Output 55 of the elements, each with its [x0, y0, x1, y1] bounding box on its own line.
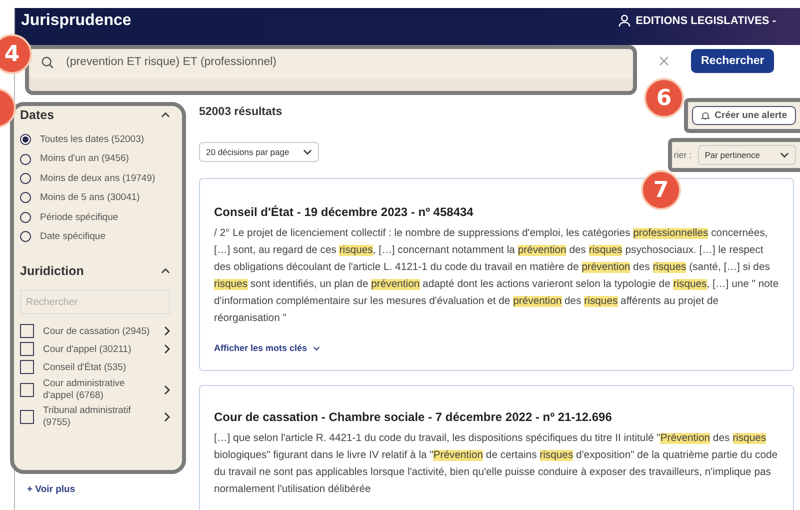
checkbox[interactable] [20, 382, 34, 397]
radio-button[interactable] [20, 192, 31, 204]
annotation-marker: 6 [644, 78, 684, 118]
chevron-icon[interactable] [161, 112, 170, 118]
checkbox[interactable] [20, 360, 34, 374]
radio-button[interactable] [20, 134, 31, 146]
radio-label[interactable]: Période spécifique [40, 212, 118, 223]
radio-label[interactable]: Moins de deux ans (19749) [40, 172, 156, 184]
checkbox[interactable] [20, 410, 34, 424]
checkbox-label[interactable]: Cour d'appel (30211) [43, 344, 153, 356]
checkbox-label[interactable]: Tribunal administratif (9755) [43, 405, 153, 428]
keywords-link[interactable]: Afficher les mots clés [214, 343, 320, 353]
chevron-right-icon[interactable] [164, 326, 170, 336]
see-more-link[interactable]: + Voir plus [27, 484, 76, 495]
chevron-right-icon[interactable] [164, 344, 170, 354]
result-excerpt: / 2° Le projet de licenciement collectif : le nombre de suppressions d'emploi, les catégories professionnelles concernées, […] sont, au regard de ces risques, […] concernant notamment la prévention des risques psychosociaux. […] le respect des obligations découlant de l'article L. 4121-1 du code du travail en matière de prévention des risques (santé, […] si des risques sont identifiés, un plan de prévention adapté dont les actions varieront selon la typologie de risques, […] une " note d'information complémentaire sur les mesures d'évaluation et de prévention des risques afférents au projet de réorganisation " [214, 227, 779, 326]
search-button[interactable]: Rechercher [691, 49, 774, 73]
search-field[interactable]: Rechercher [20, 290, 170, 314]
alert-button[interactable]: Créer une alerte [692, 106, 796, 125]
user-icon[interactable] [618, 14, 631, 27]
per-page-select[interactable]: 20 décisions par page [199, 142, 320, 162]
checkbox[interactable] [20, 342, 34, 356]
checkbox-label[interactable]: Conseil d'État (535) [43, 362, 153, 374]
section-title: Juridiction [20, 264, 84, 278]
search-field[interactable]: (prevention ET risque) ET (professionnel) [25, 45, 637, 95]
chevron-down-icon [303, 149, 312, 155]
radio-button[interactable] [20, 172, 31, 184]
chevron-icon[interactable] [161, 268, 170, 274]
radio-button[interactable] [20, 231, 31, 242]
search-icon [41, 56, 54, 68]
radio-button[interactable] [20, 212, 31, 223]
chevron-right-icon[interactable] [164, 412, 170, 422]
checkbox-label[interactable]: Cour de cassation (2945) [43, 326, 153, 338]
bell-icon [700, 111, 710, 120]
sort-select[interactable]: Par pertinence [698, 145, 796, 165]
result-excerpt: […] que selon l'article R. 4421-1 du code du travail, les dispositions spécifiques du titre II intitulé "Prévention des risques biologiques" figurant dans le livre IV relatif à la "Prévention de certains risques d'exposition" de la quatrième partie du code du travail ne sont pas applicables lorsque l'activité, bien qu'elle puisse conduire à exposer des travailleurs, n'implique pas normalement l'utilisation délibérée [214, 432, 779, 497]
sort-label: rier : [674, 150, 692, 160]
chevron-down-icon [313, 346, 320, 350]
checkbox-label[interactable]: Cour administrative d'appel (6768) [43, 378, 153, 402]
result-title[interactable]: Cour de cassation - Chambre sociale - 7 décembre 2022 - nº 21-12.696 [214, 410, 779, 424]
radio-label[interactable]: Date spécifique [40, 230, 106, 242]
logo[interactable]: Jurisprudence [21, 12, 132, 30]
checkbox[interactable] [20, 324, 34, 338]
radio-button[interactable] [20, 154, 31, 165]
radio-label[interactable]: Toutes les dates (52003) [40, 134, 144, 146]
radio-label[interactable]: Moins de 5 ans (30041) [40, 192, 140, 204]
chevron-right-icon[interactable] [164, 384, 170, 395]
results-count: 52003 résultats [199, 106, 282, 118]
radio-label[interactable]: Moins d'un an (9456) [40, 153, 129, 165]
close-icon[interactable] [659, 56, 669, 66]
account-name[interactable]: EDITIONS LEGISLATIVES - [636, 15, 776, 27]
chevron-down-icon [780, 152, 789, 158]
section-title: Dates [20, 108, 54, 122]
annotation-marker: 4 [0, 34, 32, 74]
annotation-marker: 7 [641, 170, 681, 210]
